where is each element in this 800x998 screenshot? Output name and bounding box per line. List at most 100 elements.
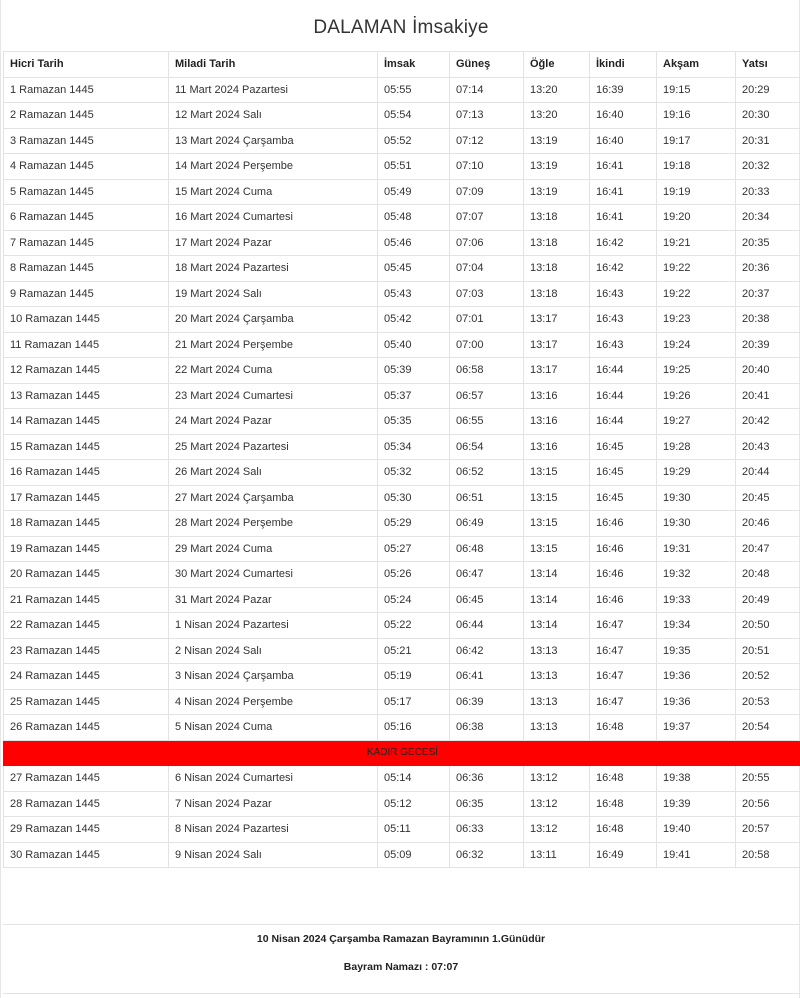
table-row: 21 Ramazan 1445 31 Mart 2024 Pazar 05:24 06…: [3, 586, 800, 613]
table-row: 3 Ramazan 1445 13 Mart 2024 Çarşamba 05:52…: [3, 127, 800, 154]
cell-hicri-tarih: 25 Ramazan 1445: [3, 688, 169, 715]
cell-yatsi: 20:37: [735, 280, 800, 307]
cell-hicri-tarih: 17 Ramazan 1445: [3, 484, 169, 511]
kadir-gecesi-label: KADIR GECESİ: [3, 739, 800, 766]
cell-yatsi: 20:51: [735, 637, 800, 664]
cell-ogle: 13:15: [523, 510, 590, 537]
cell-miladi-tarih: 20 Mart 2024 Çarşamba: [168, 306, 378, 333]
cell-miladi-tarih: 30 Mart 2024 Cumartesi: [168, 561, 378, 588]
cell-aksam: 19:25: [656, 357, 736, 384]
table-row: 23 Ramazan 1445 2 Nisan 2024 Salı 05:21 06:…: [3, 637, 800, 664]
cell-aksam: 19:41: [656, 841, 736, 868]
cell-ikindi: 16:41: [589, 178, 657, 205]
cell-yatsi: 20:38: [735, 306, 800, 333]
cell-yatsi: 20:30: [735, 102, 800, 129]
table-row: 8 Ramazan 1445 18 Mart 2024 Pazartesi 05:4…: [3, 255, 800, 282]
table-body: 1 Ramazan 1445 11 Mart 2024 Pazartesi 05:5…: [3, 76, 800, 868]
table-row: 30 Ramazan 1445 9 Nisan 2024 Salı 05:09 06:…: [3, 841, 800, 868]
cell-hicri-tarih: 13 Ramazan 1445: [3, 382, 169, 409]
cell-hicri-tarih: 23 Ramazan 1445: [3, 637, 169, 664]
cell-imsak: 05:26: [377, 561, 450, 588]
cell-ikindi: 16:40: [589, 127, 657, 154]
table-row: 22 Ramazan 1445 1 Nisan 2024 Pazartesi 05:…: [3, 612, 800, 639]
cell-imsak: 05:54: [377, 102, 450, 129]
cell-yatsi: 20:40: [735, 357, 800, 384]
cell-ikindi: 16:47: [589, 663, 657, 690]
cell-hicri-tarih: 8 Ramazan 1445: [3, 255, 169, 282]
cell-ikindi: 16:41: [589, 153, 657, 180]
cell-miladi-tarih: 1 Nisan 2024 Pazartesi: [168, 612, 378, 639]
cell-yatsi: 20:58: [735, 841, 800, 868]
table-row: 1 Ramazan 1445 11 Mart 2024 Pazartesi 05:5…: [3, 76, 800, 103]
cell-gunes: 06:45: [449, 586, 524, 613]
cell-hicri-tarih: 28 Ramazan 1445: [3, 790, 169, 817]
cell-imsak: 05:43: [377, 280, 450, 307]
cell-aksam: 19:33: [656, 586, 736, 613]
cell-yatsi: 20:32: [735, 153, 800, 180]
cell-hicri-tarih: 14 Ramazan 1445: [3, 408, 169, 435]
cell-aksam: 19:36: [656, 663, 736, 690]
cell-ogle: 13:12: [523, 790, 590, 817]
header-hicri-tarih: Hicri Tarih: [3, 51, 169, 78]
cell-gunes: 07:09: [449, 178, 524, 205]
cell-yatsi: 20:39: [735, 331, 800, 358]
cell-miladi-tarih: 12 Mart 2024 Salı: [168, 102, 378, 129]
cell-imsak: 05:09: [377, 841, 450, 868]
header-miladi-tarih: Miladi Tarih: [168, 51, 378, 78]
cell-miladi-tarih: 27 Mart 2024 Çarşamba: [168, 484, 378, 511]
cell-imsak: 05:48: [377, 204, 450, 231]
cell-hicri-tarih: 16 Ramazan 1445: [3, 459, 169, 486]
cell-ikindi: 16:41: [589, 204, 657, 231]
cell-aksam: 19:18: [656, 153, 736, 180]
cell-gunes: 06:48: [449, 535, 524, 562]
table-row: 6 Ramazan 1445 16 Mart 2024 Cumartesi 05:4…: [3, 204, 800, 231]
cell-imsak: 05:29: [377, 510, 450, 537]
bayram-date-text: 10 Nisan 2024 Çarşamba Ramazan Bayramını…: [256, 933, 546, 945]
header-imsak: İmsak: [377, 51, 450, 78]
cell-hicri-tarih: 10 Ramazan 1445: [3, 306, 169, 333]
table-row: 17 Ramazan 1445 27 Mart 2024 Çarşamba 05:3…: [3, 484, 800, 511]
cell-ogle: 13:15: [523, 484, 590, 511]
cell-miladi-tarih: 8 Nisan 2024 Pazartesi: [168, 816, 378, 843]
cell-ogle: 13:16: [523, 382, 590, 409]
cell-ikindi: 16:45: [589, 459, 657, 486]
header-aksam: Akşam: [656, 51, 736, 78]
cell-gunes: 07:00: [449, 331, 524, 358]
cell-yatsi: 20:48: [735, 561, 800, 588]
cell-aksam: 19:30: [656, 510, 736, 537]
cell-ogle: 13:16: [523, 433, 590, 460]
cell-ikindi: 16:48: [589, 714, 657, 741]
cell-ogle: 13:15: [523, 535, 590, 562]
cell-gunes: 06:58: [449, 357, 524, 384]
cell-yatsi: 20:47: [735, 535, 800, 562]
cell-yatsi: 20:45: [735, 484, 800, 511]
cell-yatsi: 20:57: [735, 816, 800, 843]
cell-miladi-tarih: 16 Mart 2024 Cumartesi: [168, 204, 378, 231]
cell-ogle: 13:17: [523, 331, 590, 358]
cell-aksam: 19:40: [656, 816, 736, 843]
table-row: 5 Ramazan 1445 15 Mart 2024 Cuma 05:49 07:0…: [3, 178, 800, 205]
cell-yatsi: 20:54: [735, 714, 800, 741]
cell-hicri-tarih: 24 Ramazan 1445: [3, 663, 169, 690]
cell-ogle: 13:16: [523, 408, 590, 435]
cell-hicri-tarih: 6 Ramazan 1445: [3, 204, 169, 231]
cell-ogle: 13:18: [523, 204, 590, 231]
kadir-gecesi-row: KADIR GECESİ: [3, 739, 800, 766]
cell-miladi-tarih: 24 Mart 2024 Pazar: [168, 408, 378, 435]
cell-gunes: 07:01: [449, 306, 524, 333]
cell-miladi-tarih: 21 Mart 2024 Perşembe: [168, 331, 378, 358]
cell-aksam: 19:28: [656, 433, 736, 460]
cell-aksam: 19:34: [656, 612, 736, 639]
table-row: 13 Ramazan 1445 23 Mart 2024 Cumartesi 05:…: [3, 382, 800, 409]
cell-ikindi: 16:43: [589, 306, 657, 333]
cell-gunes: 06:42: [449, 637, 524, 664]
cell-ikindi: 16:46: [589, 586, 657, 613]
page-title: DALAMAN İmsakiye: [313, 17, 489, 38]
cell-yatsi: 20:55: [735, 765, 800, 792]
cell-hicri-tarih: 9 Ramazan 1445: [3, 280, 169, 307]
cell-yatsi: 20:31: [735, 127, 800, 154]
cell-aksam: 19:19: [656, 178, 736, 205]
cell-imsak: 05:40: [377, 331, 450, 358]
cell-yatsi: 20:35: [735, 229, 800, 256]
cell-imsak: 05:34: [377, 433, 450, 460]
